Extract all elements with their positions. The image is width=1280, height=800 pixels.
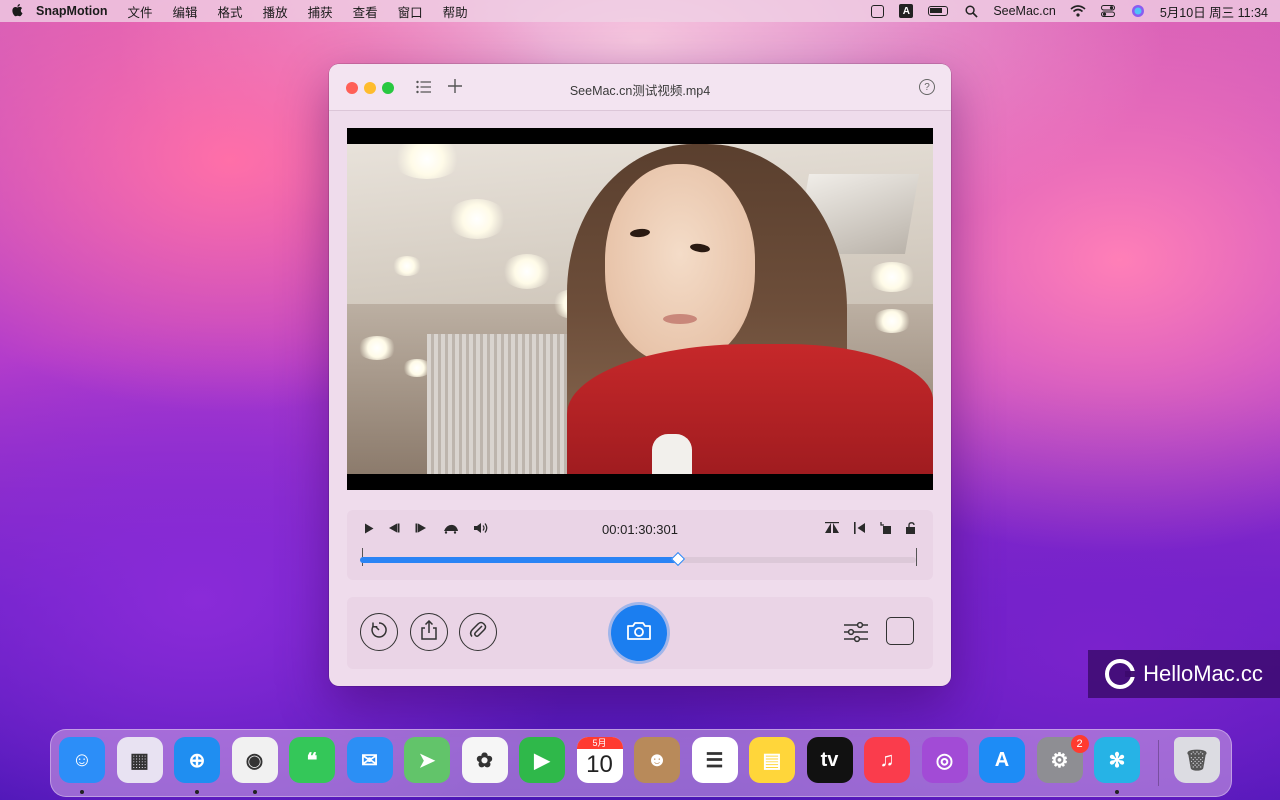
notes-icon: ▤ — [762, 749, 782, 772]
dock-app-mail[interactable]: ✉ — [346, 737, 393, 783]
timer-button[interactable] — [360, 613, 398, 651]
camera-icon — [626, 621, 652, 646]
menu-file[interactable]: 文件 — [118, 2, 163, 21]
running-indicator — [1115, 790, 1119, 794]
running-indicator — [80, 790, 84, 794]
dock-app-maps[interactable]: ➤ — [404, 737, 450, 783]
snapmotion-window: SeeMac.cn测试视频.mp4 ? 00:01:30:301 — [329, 64, 951, 686]
mail-icon: ✉ — [361, 749, 378, 772]
trash-icon: 🗑 — [1184, 749, 1210, 772]
menu-help[interactable]: 帮助 — [433, 2, 478, 21]
chrome-icon: ◉ — [245, 749, 264, 772]
watermark: HelloMac.cc — [1088, 650, 1280, 698]
menu-view[interactable]: 查看 — [343, 2, 388, 21]
spotlight-search-icon[interactable] — [963, 4, 979, 18]
menu-bar: SnapMotion 文件 编辑 格式 播放 捕获 查看 窗口 帮助 A See… — [0, 0, 1280, 22]
dock-app-apple-tv[interactable]: tv — [806, 737, 853, 783]
window-title: SeeMac.cn测试视频.mp4 — [569, 84, 711, 98]
contacts-icon: ☻ — [646, 748, 668, 771]
input-source-a-icon[interactable]: A — [899, 4, 914, 18]
photos-icon: ✿ — [476, 749, 493, 772]
notification-badge: 2 — [1070, 735, 1089, 753]
control-center-icon[interactable] — [1100, 4, 1116, 18]
dock-app-safari[interactable]: ⊕ — [174, 737, 220, 783]
flip-icon[interactable] — [824, 520, 840, 536]
menubar-clock[interactable]: 5月10日 周三 11:34 — [1160, 2, 1268, 21]
menu-window[interactable]: 窗口 — [388, 2, 433, 21]
safari-icon: ⊕ — [188, 749, 206, 772]
dock-app-finder[interactable]: ☺ — [59, 737, 105, 783]
dock-app-snapmotion[interactable]: ✻ — [1094, 737, 1140, 783]
attach-icon — [469, 620, 487, 645]
trim-start-icon[interactable] — [852, 520, 868, 536]
snapmotion-icon: ✻ — [1108, 749, 1126, 772]
music-icon: ♫ — [879, 748, 895, 771]
screen-record-icon[interactable] — [869, 4, 885, 18]
timeline-progress — [360, 557, 677, 563]
menu-capture[interactable]: 捕获 — [298, 2, 343, 21]
range-end-marker[interactable] — [916, 548, 917, 566]
dock-app-reminders[interactable]: ☰ — [691, 737, 738, 783]
maps-icon: ➤ — [418, 749, 436, 772]
menu-format[interactable]: 格式 — [208, 2, 253, 21]
dock-app-trash[interactable]: 🗑 — [1174, 737, 1220, 783]
podcasts-icon: ◎ — [935, 749, 954, 772]
video-frame — [347, 144, 933, 474]
apple-tv-icon: tv — [820, 748, 839, 771]
dock-app-launchpad[interactable]: ▦ — [116, 737, 163, 783]
timeline-scrubber[interactable] — [360, 551, 916, 567]
dock-app-calendar[interactable]: 5月 10 — [576, 737, 623, 783]
messages-icon: ❝ — [306, 749, 318, 772]
dock-app-photos[interactable]: ✿ — [461, 737, 508, 783]
playhead-knob[interactable] — [670, 551, 685, 567]
dock-app-notes[interactable]: ▤ — [749, 737, 795, 783]
menu-edit[interactable]: 编辑 — [163, 2, 208, 21]
share-button[interactable] — [410, 613, 448, 651]
dock-app-facetime[interactable]: ▶ — [519, 737, 565, 783]
reminders-icon: ☰ — [705, 749, 724, 772]
dock-app-music[interactable]: ♫ — [864, 737, 910, 783]
crop-icon[interactable] — [878, 520, 894, 536]
watermark-text: HelloMac.cc — [1143, 661, 1263, 686]
system-settings-icon: ⚙ — [1050, 749, 1069, 772]
dock-app-contacts[interactable]: ☻ — [634, 737, 680, 783]
menubar-site-label[interactable]: SeeMac.cn — [993, 4, 1056, 18]
lock-icon[interactable] — [903, 520, 919, 536]
dock-app-chrome[interactable]: ◉ — [231, 737, 278, 783]
share-icon — [420, 619, 438, 645]
attach-button[interactable] — [459, 613, 497, 651]
dock-separator — [1158, 740, 1159, 786]
action-bar — [347, 597, 933, 669]
capture-button[interactable] — [611, 605, 667, 661]
finder-icon: ☺ — [71, 748, 93, 771]
dock-app-podcasts[interactable]: ◎ — [921, 737, 968, 783]
siri-icon[interactable] — [1130, 4, 1146, 18]
adjustments-icon — [843, 621, 869, 647]
running-indicator — [252, 790, 257, 794]
timecode-display: 00:01:30:301 — [602, 522, 678, 537]
playback-controls: 00:01:30:301 — [347, 510, 933, 580]
hellomac-logo-icon — [1105, 659, 1136, 689]
dock: ☺ ▦ ⊕ ◉ ❝ ✉ ➤ ✿ ▶ 5月 10 ☻ ☰ ▤ tv ♫ ◎ A ⚙ 2 ✻ 🗑 — [50, 729, 1232, 797]
menu-app-name[interactable]: SnapMotion — [34, 4, 118, 18]
square-frame-button[interactable] — [886, 617, 914, 645]
help-icon[interactable]: ? — [919, 79, 935, 95]
dock-app-messages[interactable]: ❝ — [289, 737, 335, 783]
adjustments-button[interactable] — [843, 621, 869, 643]
window-titlebar: SeeMac.cn测试视频.mp4 ? — [329, 64, 951, 111]
app-store-icon: A — [994, 748, 1010, 771]
menu-playback[interactable]: 播放 — [253, 2, 298, 21]
facetime-icon: ▶ — [534, 749, 550, 772]
apple-menu-icon[interactable] — [0, 3, 34, 20]
video-preview[interactable] — [347, 128, 933, 490]
battery-charging-icon[interactable] — [927, 4, 949, 18]
wifi-icon[interactable] — [1070, 4, 1086, 18]
running-indicator — [195, 790, 199, 794]
timer-icon — [369, 620, 389, 645]
launchpad-icon: ▦ — [130, 749, 149, 772]
dock-app-app-store[interactable]: A — [979, 737, 1025, 783]
